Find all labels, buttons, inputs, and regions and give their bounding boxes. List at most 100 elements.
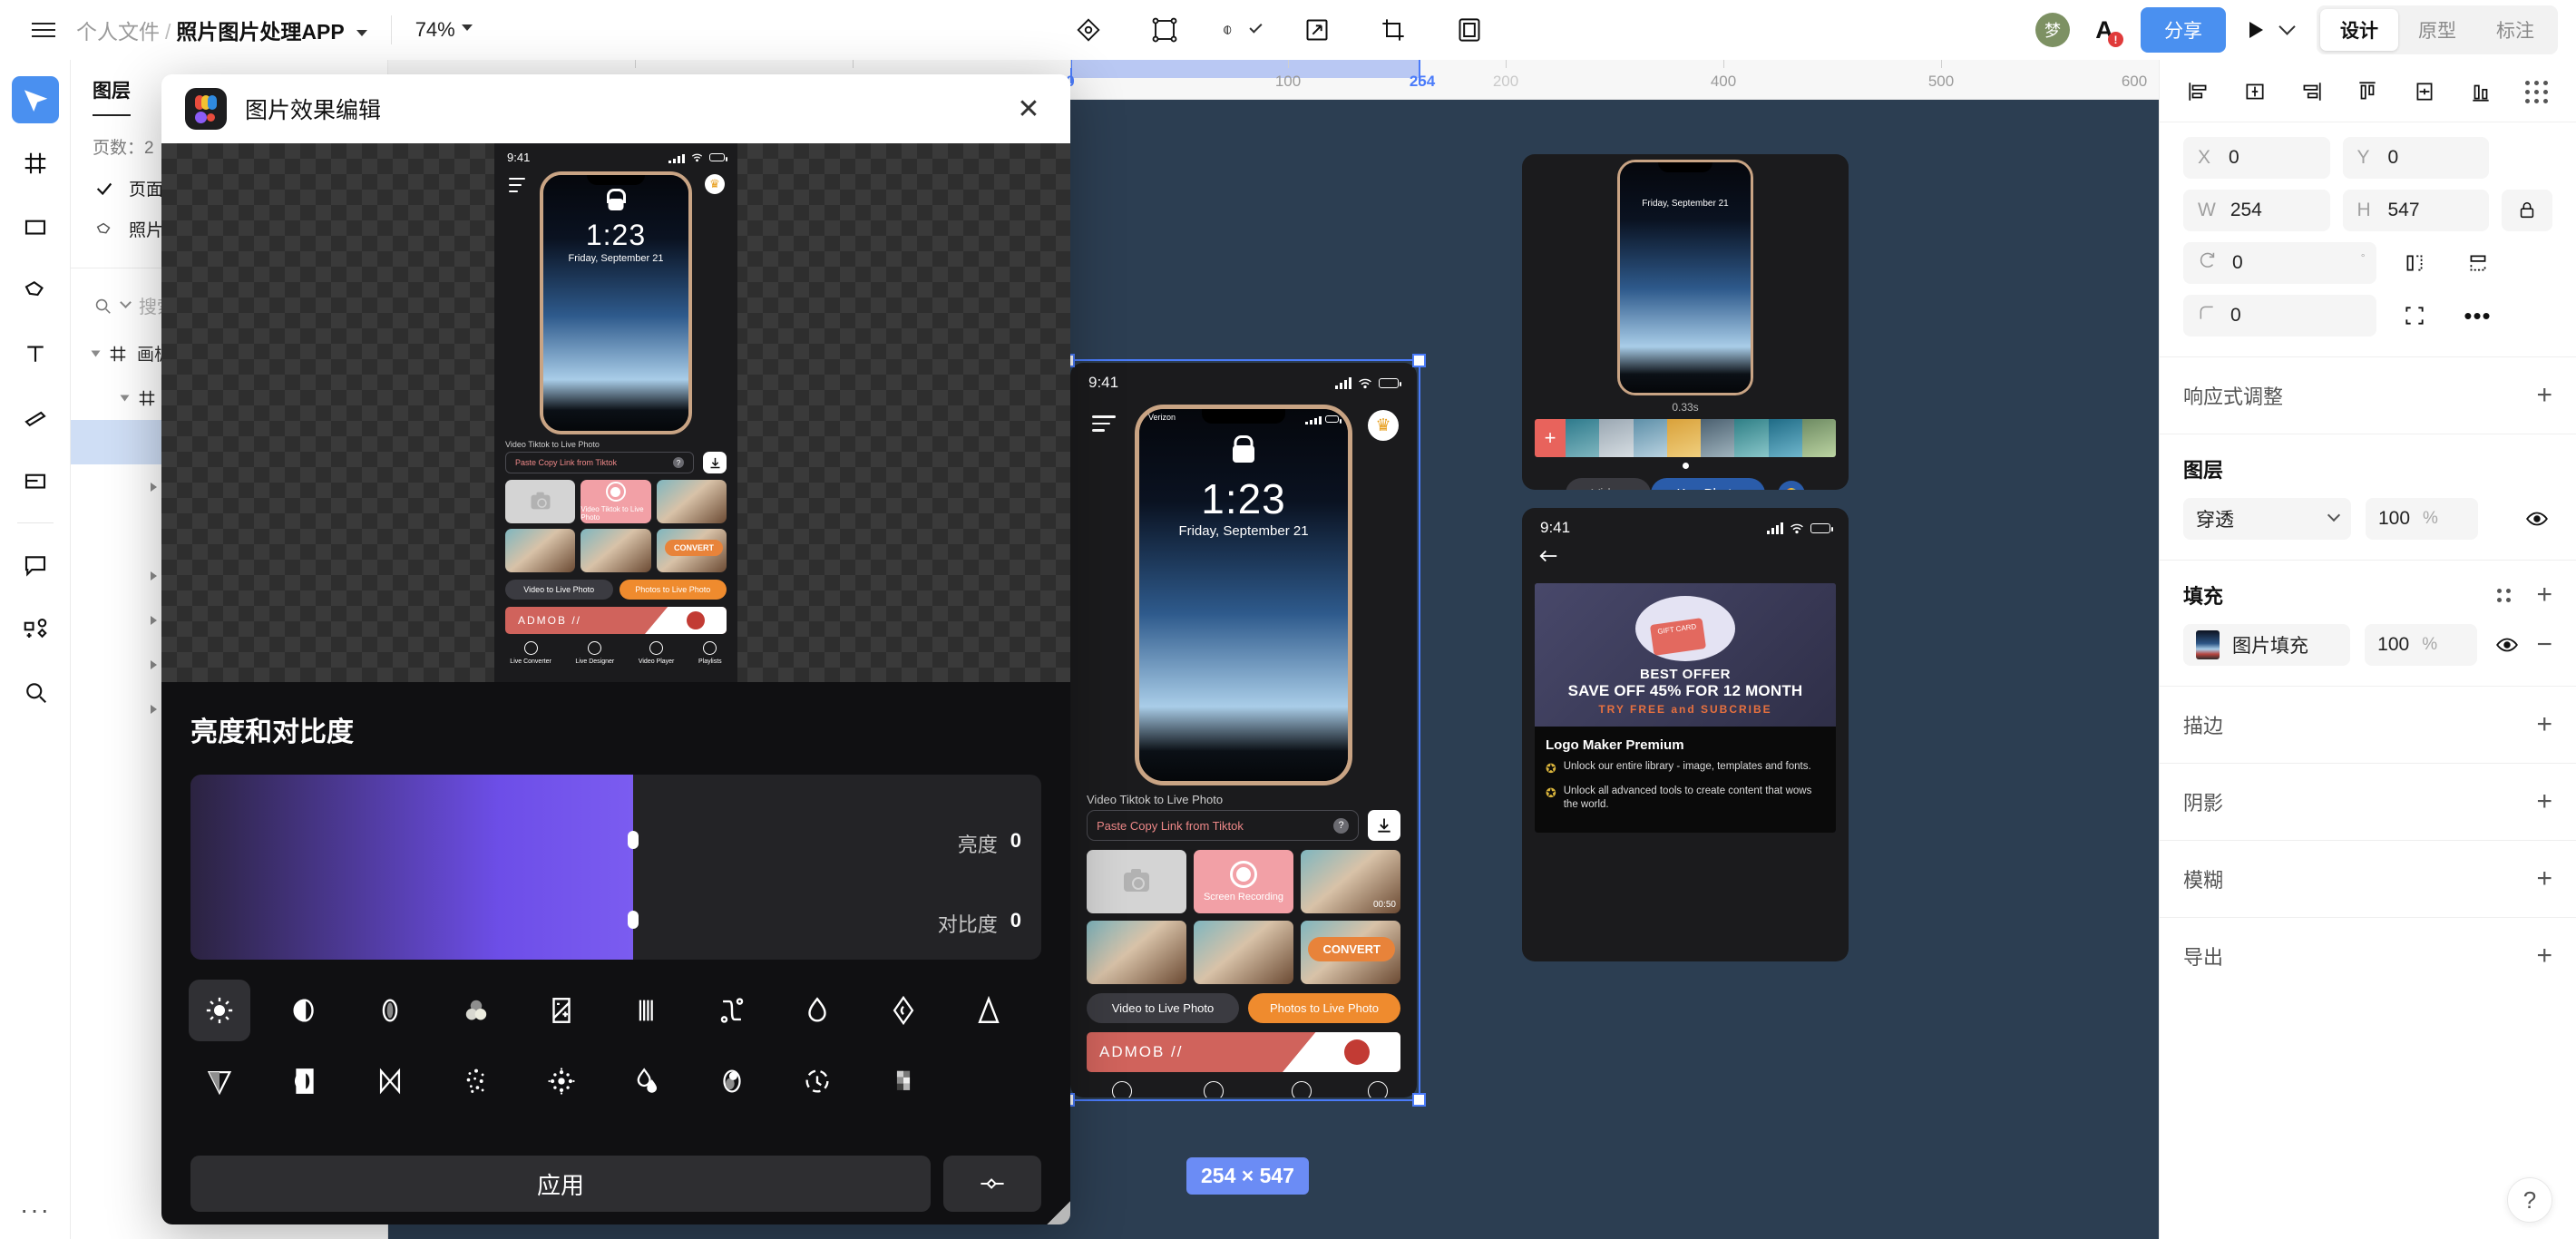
distribute-icon[interactable] <box>2522 76 2552 107</box>
eye-icon[interactable] <box>2492 629 2522 660</box>
exposure-icon[interactable] <box>359 980 421 1041</box>
crop-icon[interactable] <box>1375 12 1411 48</box>
frame-icon[interactable] <box>1147 12 1183 48</box>
tab-live-designer[interactable]: Live Designer <box>1186 1081 1241 1098</box>
remove-fill-icon[interactable]: − <box>2536 631 2552 659</box>
adjustment-sliders[interactable]: 亮度 0 对比度 0 <box>190 775 1041 960</box>
fill-options-icon[interactable] <box>2497 588 2512 602</box>
mask-icon[interactable] <box>1223 12 1263 48</box>
video-cell[interactable] <box>1087 921 1186 984</box>
noise-icon[interactable] <box>531 1050 592 1112</box>
chevron-down-icon[interactable] <box>120 395 130 401</box>
chevron-right-icon[interactable] <box>151 704 157 714</box>
tab-layers[interactable]: 图层 <box>93 76 131 116</box>
grain-icon[interactable] <box>445 1050 507 1112</box>
thumbnail[interactable] <box>1701 419 1735 457</box>
add-icon[interactable]: + <box>1535 419 1566 457</box>
chevron-down-icon[interactable] <box>120 297 132 308</box>
layout-icon[interactable] <box>1451 12 1488 48</box>
tab-annotation[interactable]: 标注 <box>2476 9 2554 51</box>
chevron-down-icon[interactable] <box>1249 20 1263 33</box>
video-cell[interactable] <box>1194 921 1293 984</box>
align-bottom-icon[interactable] <box>2465 76 2496 107</box>
more-icon[interactable]: ••• <box>2453 295 2503 337</box>
play-icon[interactable] <box>2249 22 2263 38</box>
thumbnail-strip[interactable]: + <box>1535 419 1836 457</box>
contrast-icon[interactable] <box>274 980 336 1041</box>
thumbnail[interactable] <box>1801 419 1836 457</box>
tab-design[interactable]: 设计 <box>2320 9 2398 51</box>
thumbnail[interactable] <box>1633 419 1667 457</box>
mirror-icon[interactable] <box>359 1050 421 1112</box>
tab-prototype[interactable]: 原型 <box>2398 9 2476 51</box>
toggle-photos-to-live[interactable]: Photos to Live Photo <box>1248 993 1400 1023</box>
slice-tool[interactable] <box>12 394 59 441</box>
align-top-icon[interactable] <box>2352 76 2383 107</box>
artboard-main[interactable]: 9:41 ♛ Verizon 1:23 Friday, September 21… <box>1070 363 1417 1098</box>
tab-video-player[interactable]: Video Player <box>1275 1081 1327 1098</box>
chevron-down-icon[interactable] <box>91 350 101 356</box>
height-field[interactable]: H 547 <box>2342 190 2489 231</box>
arrow-left-icon[interactable] <box>1522 542 1849 574</box>
corner-radius-field[interactable]: 0 <box>2183 295 2376 337</box>
question-icon[interactable]: ? <box>673 457 684 468</box>
reset-slider-icon[interactable] <box>943 1156 1041 1212</box>
brightness-contrast-icon[interactable] <box>189 980 250 1041</box>
export-icon[interactable] <box>1299 12 1335 48</box>
components-tool[interactable] <box>12 605 59 652</box>
font-alert-icon[interactable]: A ! <box>2086 12 2123 48</box>
hamburger-icon[interactable] <box>18 22 69 38</box>
video-cell[interactable]: 00:50 <box>1301 850 1400 913</box>
fill-type-field[interactable]: 图片填充 <box>2183 624 2351 666</box>
x-field[interactable]: X 0 <box>2183 137 2330 179</box>
gradient-map-icon[interactable] <box>189 1050 250 1112</box>
chevron-down-icon[interactable] <box>2327 508 2341 522</box>
y-field[interactable]: Y 0 <box>2342 137 2489 179</box>
menu-icon[interactable] <box>1092 415 1116 436</box>
convert-button[interactable]: CONVERT <box>1308 937 1395 961</box>
chevron-down-icon[interactable] <box>2278 17 2296 35</box>
flip-vertical-icon[interactable] <box>2453 242 2503 284</box>
chevron-right-icon[interactable] <box>151 659 157 669</box>
crown-icon[interactable]: ♛ <box>1368 410 1399 441</box>
frame-tool[interactable] <box>12 140 59 187</box>
contrast-slider-knob[interactable] <box>627 911 639 929</box>
segment-key-photo[interactable]: Key Photo <box>1651 478 1765 490</box>
more-tools-button[interactable]: ··· <box>0 1195 71 1224</box>
brightness-slider-knob[interactable] <box>627 831 639 849</box>
width-field[interactable]: W 254 <box>2183 190 2330 231</box>
sharpen-icon[interactable] <box>786 1050 848 1112</box>
paste-link-input[interactable]: Paste Copy Link from Tiktok ? <box>505 452 694 473</box>
video-cell[interactable] <box>581 529 651 572</box>
share-button[interactable]: 分享 <box>2141 7 2226 53</box>
image-tool[interactable] <box>12 457 59 504</box>
thumbnail[interactable] <box>1734 419 1769 457</box>
align-center-v-icon[interactable] <box>2409 76 2440 107</box>
text-tool[interactable] <box>12 330 59 377</box>
question-icon[interactable]: ? <box>1333 817 1349 834</box>
align-center-h-icon[interactable] <box>2239 76 2270 107</box>
camera-cell[interactable] <box>505 480 576 523</box>
lock-icon[interactable] <box>2502 190 2552 231</box>
crown-icon[interactable]: ♛ <box>705 174 725 194</box>
breadcrumb-parent[interactable]: 个人文件 <box>76 15 160 45</box>
add-icon[interactable]: + <box>2536 788 2552 815</box>
zoom-control[interactable]: 74% <box>415 18 473 42</box>
color-balance-icon[interactable] <box>445 980 507 1041</box>
resize-handle-br[interactable] <box>1412 1093 1426 1107</box>
paste-link-input[interactable]: Paste Copy Link from Tiktok ? <box>1087 810 1359 841</box>
video-cell[interactable]: CONVERT <box>656 529 727 572</box>
chevron-right-icon[interactable] <box>151 615 157 625</box>
hue-icon[interactable] <box>873 980 934 1041</box>
tab-live-converter[interactable]: Live Converter <box>1093 1081 1152 1098</box>
tab-playlists[interactable]: Playlists <box>698 641 722 665</box>
pen-tool[interactable] <box>12 267 59 314</box>
menu-icon[interactable] <box>509 178 525 197</box>
color-icon[interactable] <box>1777 480 1805 490</box>
resize-handle-tr[interactable] <box>1412 354 1426 367</box>
download-icon[interactable] <box>1368 810 1400 841</box>
blend-mode-select[interactable]: 穿透 <box>2183 498 2351 540</box>
align-right-icon[interactable] <box>2296 76 2327 107</box>
chevron-right-icon[interactable] <box>151 482 157 492</box>
select-tool[interactable] <box>11 76 59 123</box>
